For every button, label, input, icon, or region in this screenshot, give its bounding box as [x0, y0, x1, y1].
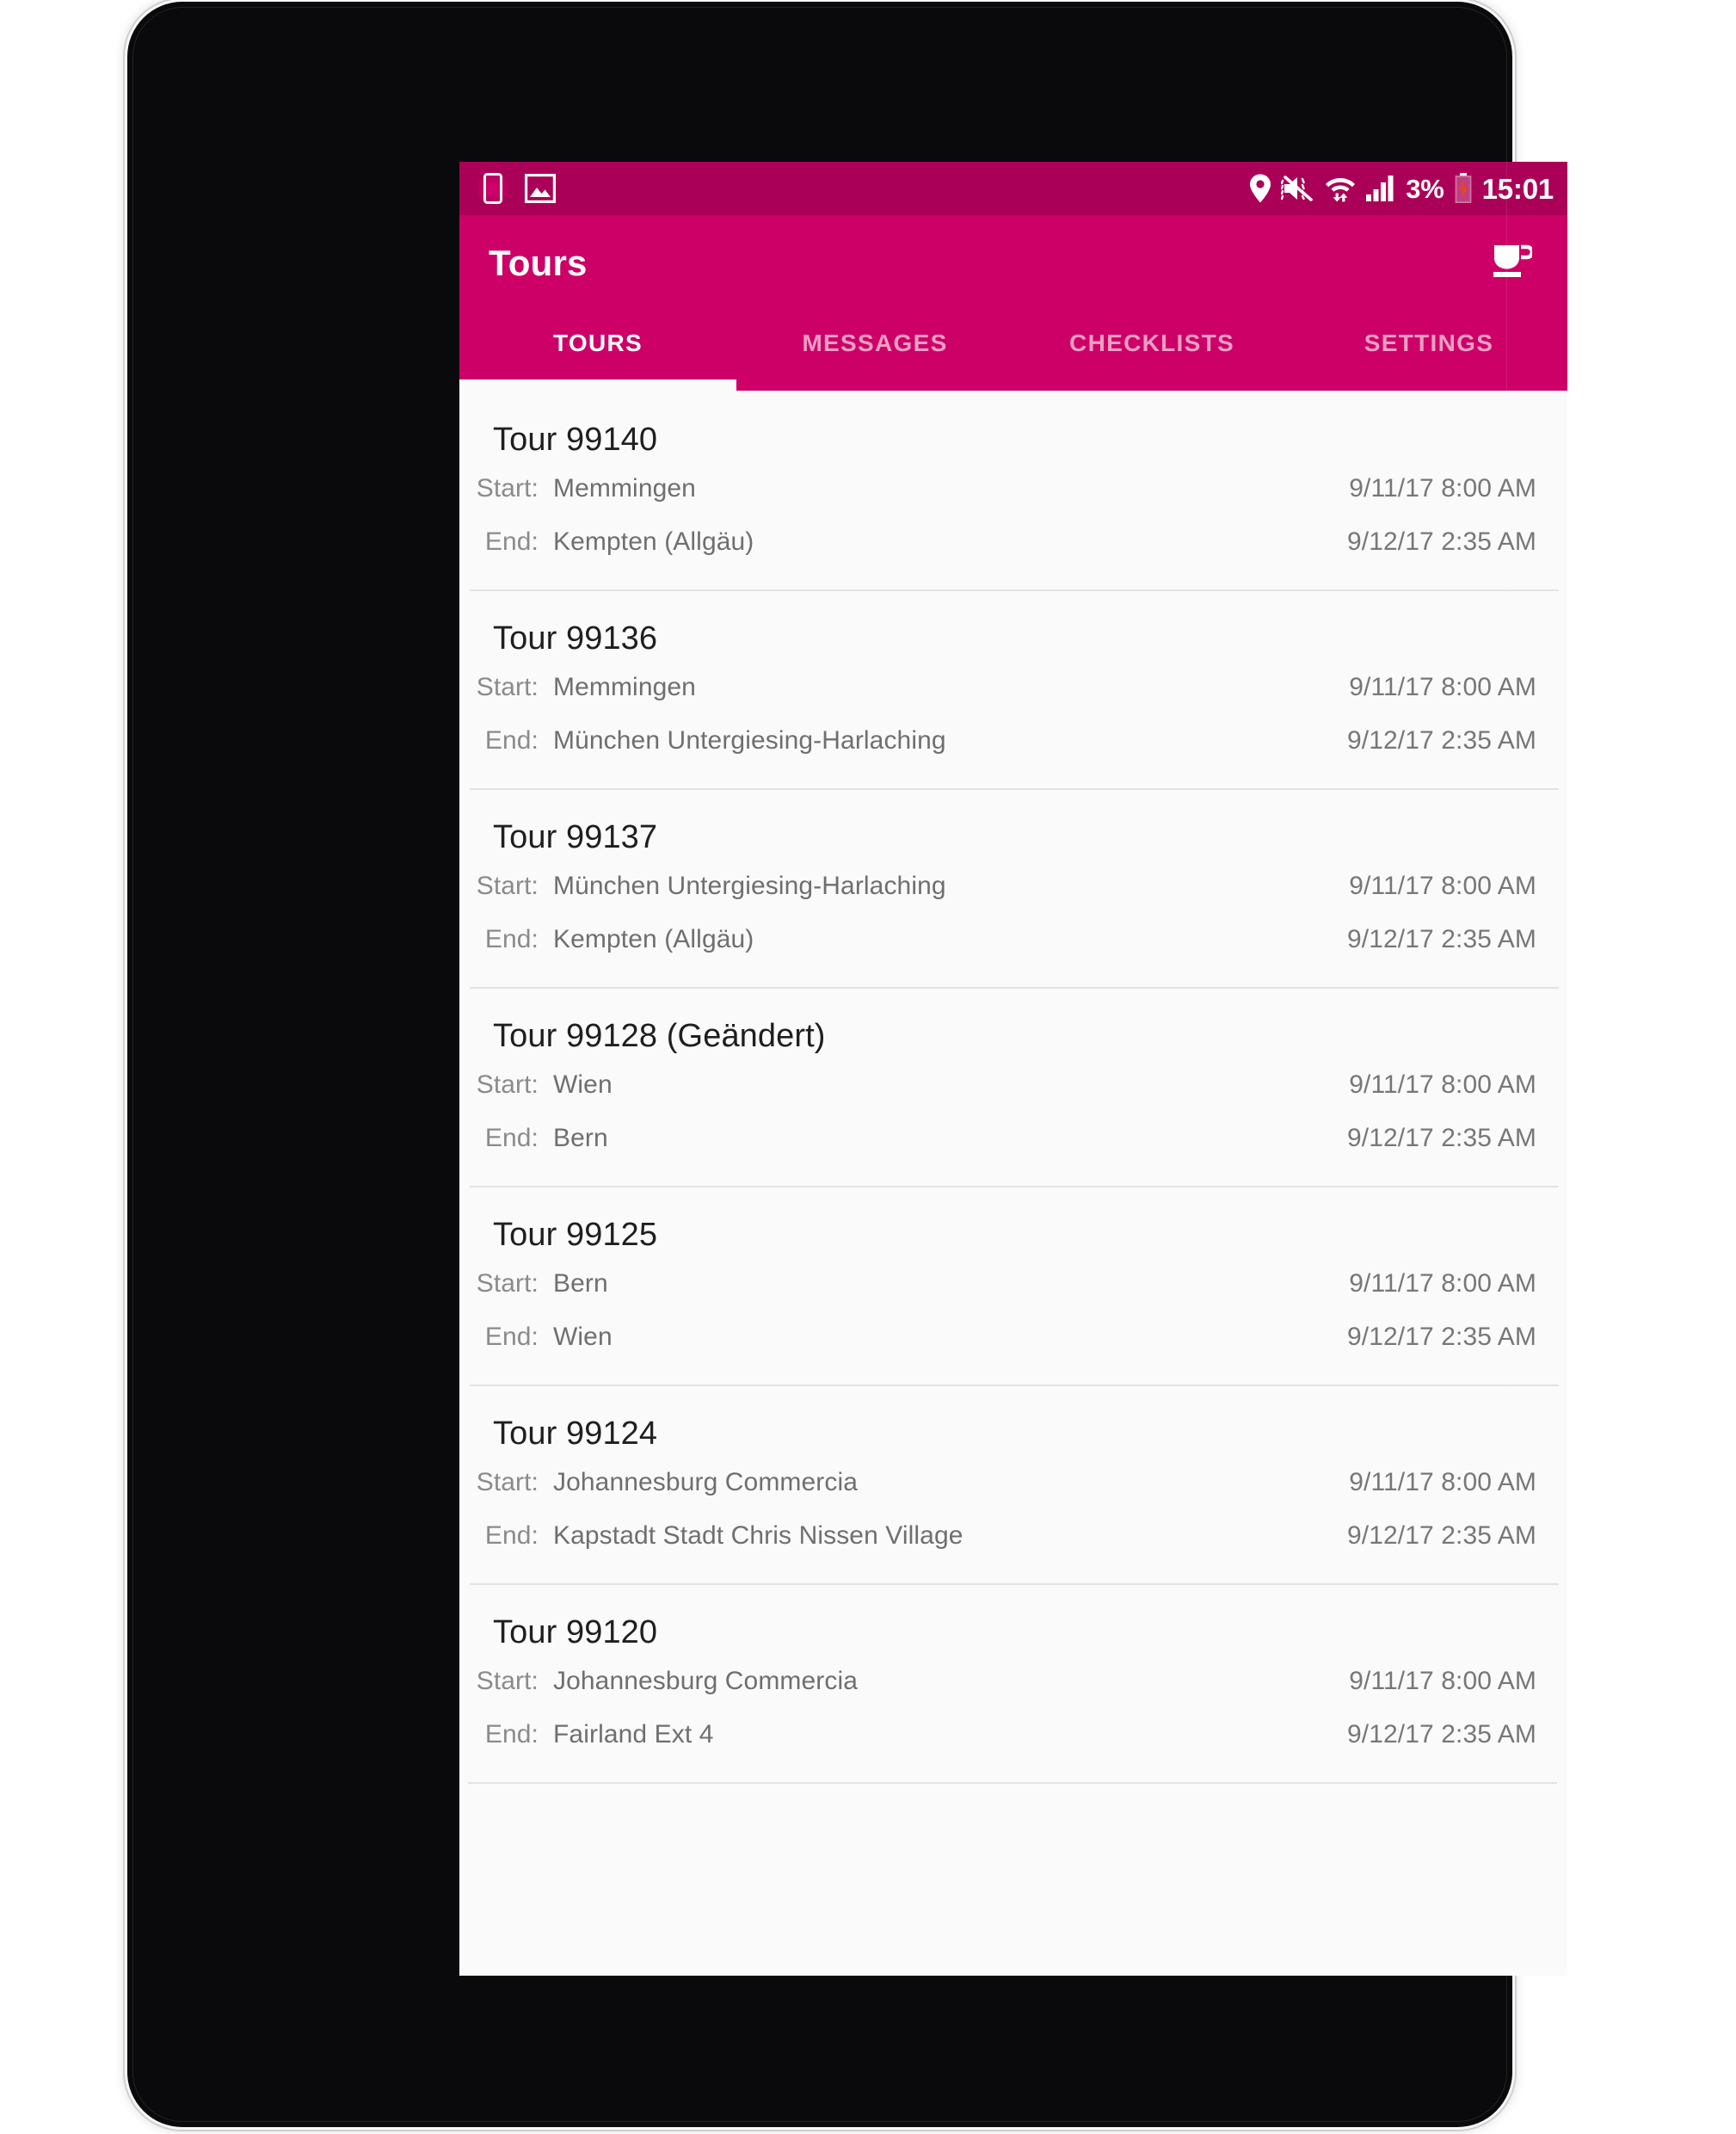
tour-start-time: 9/11/17 8:00 AM [1349, 1468, 1536, 1496]
battery-low-icon [1454, 173, 1473, 204]
tour-end-time: 9/12/17 2:35 AM [1347, 1720, 1536, 1749]
status-bar-left-icons [475, 170, 556, 207]
battery-percent-label: 3% [1406, 173, 1444, 204]
tour-start-time: 9/11/17 8:00 AM [1349, 673, 1536, 701]
tour-end-label: End: [484, 527, 539, 556]
tour-end-label: End: [484, 1124, 539, 1152]
sound-muted-icon [1281, 175, 1315, 202]
tour-end-label: End: [484, 925, 539, 953]
tour-start-time: 9/11/17 8:00 AM [1349, 1070, 1536, 1099]
tab-tours[interactable]: TOURS [459, 311, 736, 391]
tour-list-item[interactable]: Tour 99140 Start: Memmingen 9/11/17 8:00… [459, 391, 1567, 589]
tour-end-time: 9/12/17 2:35 AM [1347, 1521, 1536, 1550]
image-notification-icon [525, 174, 556, 203]
wifi-icon [1325, 174, 1356, 203]
tour-start-location: Memmingen [553, 673, 696, 701]
tour-title: Tour 99136 [493, 620, 658, 657]
tour-start-row: Start: Memmingen 9/11/17 8:00 AM [459, 462, 1567, 515]
tour-list-item[interactable]: Tour 99137 Start: München Untergiesing-H… [459, 788, 1567, 987]
tour-end-location: Bern [553, 1124, 608, 1152]
tour-end-row: End: Fairland Ext 4 9/12/17 2:35 AM [459, 1708, 1567, 1761]
tour-start-time: 9/11/17 8:00 AM [1349, 872, 1536, 900]
status-bar: 3% 15:01 [459, 162, 1567, 215]
tour-list-item[interactable]: Tour 99124 Start: Johannesburg Commercia… [459, 1385, 1567, 1583]
tour-end-location: Kempten (Allgäu) [553, 527, 754, 556]
tour-end-location: Kempten (Allgäu) [553, 925, 754, 953]
tour-start-location: München Untergiesing-Harlaching [553, 872, 946, 900]
tour-start-location: Memmingen [553, 474, 696, 503]
tab-messages-label: MESSAGES [802, 330, 948, 356]
tour-start-label: Start: [476, 1269, 539, 1298]
tour-end-location: Wien [553, 1323, 613, 1351]
app-bar: Tours [459, 215, 1567, 311]
tour-start-label: Start: [476, 872, 539, 900]
tour-end-label: End: [484, 1720, 539, 1749]
tour-list-item[interactable]: Tour 99120 Start: Johannesburg Commercia… [459, 1583, 1567, 1782]
tour-start-location: Wien [553, 1070, 613, 1099]
tour-start-row: Start: Wien 9/11/17 8:00 AM [459, 1058, 1567, 1112]
tour-start-label: Start: [476, 673, 539, 701]
tab-settings[interactable]: SETTINGS [1290, 311, 1567, 391]
tab-settings-label: SETTINGS [1364, 330, 1494, 356]
tour-start-location: Bern [553, 1269, 608, 1298]
tour-start-label: Start: [476, 1468, 539, 1496]
status-bar-right-icons: 3% 15:01 [1249, 173, 1554, 204]
page-title: Tours [489, 243, 588, 283]
tab-messages[interactable]: MESSAGES [736, 311, 1013, 391]
tab-bar: TOURS MESSAGES CHECKLISTS SETTINGS [459, 311, 1567, 391]
device-notification-icon [475, 170, 511, 207]
tour-title: Tour 99137 [493, 819, 658, 855]
tour-end-location: München Untergiesing-Harlaching [553, 726, 946, 755]
tour-title: Tour 99125 [493, 1217, 658, 1253]
tour-title: Tour 99140 [493, 422, 658, 458]
tour-end-location: Fairland Ext 4 [553, 1720, 714, 1749]
tour-end-location: Kapstadt Stadt Chris Nissen Village [553, 1521, 963, 1550]
tour-end-row: End: Kempten (Allgäu) 9/12/17 2:35 AM [459, 515, 1567, 569]
tour-start-label: Start: [476, 474, 539, 503]
tour-end-time: 9/12/17 2:35 AM [1347, 726, 1536, 755]
tour-end-label: End: [484, 1323, 539, 1351]
tour-list-item[interactable]: Tour 99125 Start: Bern 9/11/17 8:00 AM E… [459, 1186, 1567, 1385]
tour-end-time: 9/12/17 2:35 AM [1347, 1323, 1536, 1351]
coffee-cup-icon [1491, 242, 1535, 286]
tour-end-label: End: [484, 726, 539, 755]
tablet-device-frame: 3% 15:01 Tours TOURS MESSAGES CHECKLISTS… [127, 2, 1567, 2127]
device-screen: 3% 15:01 Tours TOURS MESSAGES CHECKLISTS… [459, 162, 1567, 1976]
location-icon [1249, 174, 1271, 203]
tour-end-row: End: München Untergiesing-Harlaching 9/1… [459, 714, 1567, 768]
tour-title: Tour 99128 (Geändert) [493, 1018, 826, 1054]
tour-end-row: End: Wien 9/12/17 2:35 AM [459, 1311, 1567, 1364]
tour-end-time: 9/12/17 2:35 AM [1347, 925, 1536, 953]
tour-start-time: 9/11/17 8:00 AM [1349, 474, 1536, 503]
tab-tours-label: TOURS [553, 330, 643, 356]
tour-start-row: Start: Johannesburg Commercia 9/11/17 8:… [459, 1655, 1567, 1708]
tour-end-time: 9/12/17 2:35 AM [1347, 1124, 1536, 1152]
tour-start-row: Start: Bern 9/11/17 8:00 AM [459, 1257, 1567, 1311]
tab-checklists-label: CHECKLISTS [1069, 330, 1234, 356]
tour-title: Tour 99124 [493, 1415, 658, 1452]
tour-start-row: Start: München Untergiesing-Harlaching 9… [459, 860, 1567, 913]
tour-start-row: Start: Johannesburg Commercia 9/11/17 8:… [459, 1456, 1567, 1509]
tour-end-label: End: [484, 1521, 539, 1550]
tour-start-time: 9/11/17 8:00 AM [1349, 1667, 1536, 1695]
tab-checklists[interactable]: CHECKLISTS [1013, 311, 1290, 391]
tour-list-item[interactable]: Tour 99128 (Geändert) Start: Wien 9/11/1… [459, 987, 1567, 1186]
tour-start-time: 9/11/17 8:00 AM [1349, 1269, 1536, 1298]
tour-list: Tour 99140 Start: Memmingen 9/11/17 8:00… [459, 391, 1567, 1784]
tour-end-row: End: Bern 9/12/17 2:35 AM [459, 1112, 1567, 1165]
tour-start-label: Start: [476, 1070, 539, 1099]
tour-start-row: Start: Memmingen 9/11/17 8:00 AM [459, 661, 1567, 714]
cellular-signal-icon [1365, 175, 1396, 202]
tour-title: Tour 99120 [493, 1614, 658, 1650]
tour-end-time: 9/12/17 2:35 AM [1347, 527, 1536, 556]
tour-start-label: Start: [476, 1667, 539, 1695]
tour-end-row: End: Kempten (Allgäu) 9/12/17 2:35 AM [459, 913, 1567, 966]
coffee-cup-button[interactable] [1478, 230, 1545, 297]
status-clock: 15:01 [1481, 172, 1554, 205]
app-bar-actions [1478, 230, 1545, 297]
tour-list-item[interactable]: Tour 99136 Start: Memmingen 9/11/17 8:00… [459, 589, 1567, 788]
tour-end-row: End: Kapstadt Stadt Chris Nissen Village… [459, 1509, 1567, 1563]
tour-start-location: Johannesburg Commercia [553, 1468, 859, 1496]
tour-start-location: Johannesburg Commercia [553, 1667, 859, 1695]
